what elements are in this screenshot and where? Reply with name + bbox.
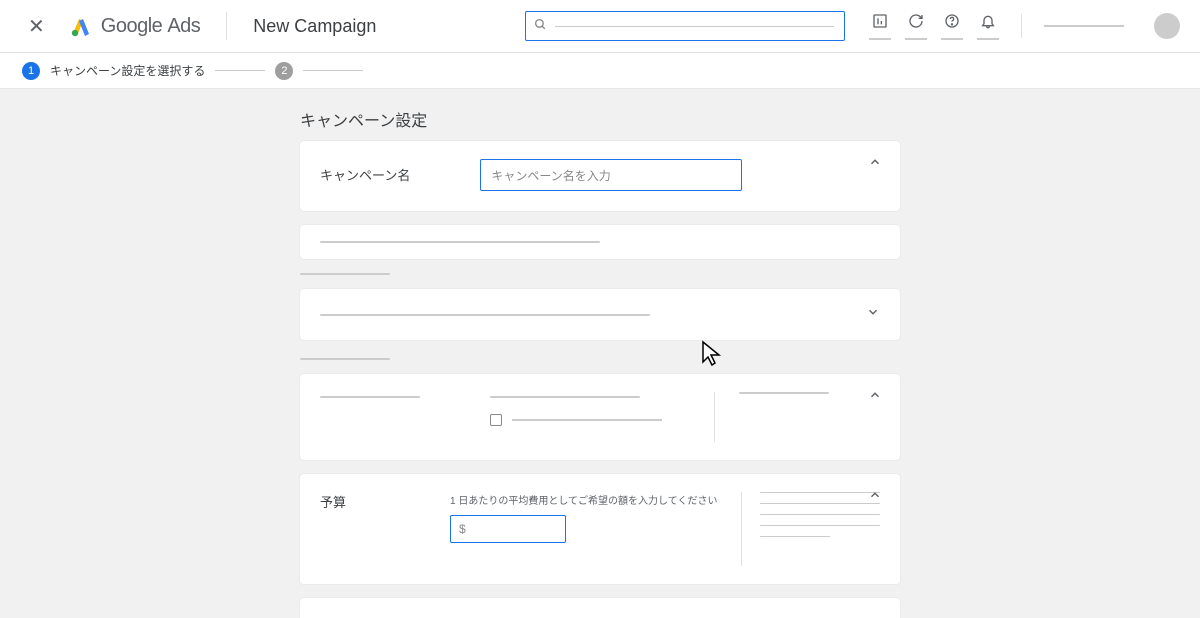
divider — [226, 12, 227, 40]
collapse-button[interactable] — [868, 388, 882, 407]
info-line — [760, 536, 830, 537]
refresh-icon — [908, 13, 924, 34]
search-input[interactable] — [525, 11, 845, 41]
budget-input[interactable]: $ — [450, 515, 566, 543]
collapse-button[interactable] — [868, 488, 882, 507]
close-icon[interactable]: ✕ — [28, 14, 69, 39]
help-icon — [944, 13, 960, 34]
checkbox-label — [512, 419, 662, 421]
info-line — [760, 492, 880, 493]
header-actions — [869, 13, 1180, 40]
bar-chart-icon — [872, 13, 888, 34]
step-2-label — [303, 70, 363, 71]
divider — [714, 392, 715, 442]
section-sublabel — [300, 358, 390, 360]
refresh-button[interactable] — [905, 13, 927, 40]
schedule-right-col — [739, 392, 829, 394]
budget-label: 予算 — [320, 492, 450, 511]
step-1-label[interactable]: キャンペーン設定を選択する — [50, 62, 205, 79]
campaign-name-card: キャンペーン名 キャンペーン名を入力 — [300, 141, 900, 211]
brand-logo-group[interactable]: Google Ads — [69, 14, 201, 38]
currency-prefix: $ — [459, 522, 466, 536]
budget-card: 予算 1 日あたりの平均費用としてご希望の額を入力してください $ — [300, 474, 900, 584]
search-placeholder — [555, 26, 834, 27]
step-connector — [215, 70, 265, 71]
bell-icon — [980, 13, 996, 34]
search-icon — [526, 18, 555, 34]
notifications-button[interactable] — [977, 13, 999, 40]
collapse-button[interactable] — [868, 155, 882, 174]
campaign-stepper: 1 キャンペーン設定を選択する 2 — [0, 53, 1200, 89]
collapsed-card-1[interactable] — [300, 225, 900, 259]
divider — [1021, 14, 1022, 38]
schedule-middle-col — [490, 392, 690, 426]
placeholder-line — [739, 392, 829, 394]
reports-button[interactable] — [869, 13, 891, 40]
chevron-down-icon — [866, 305, 880, 324]
step-2-badge[interactable]: 2 — [275, 62, 293, 80]
checkbox[interactable] — [490, 414, 502, 426]
info-line — [760, 514, 880, 515]
avatar[interactable] — [1154, 13, 1180, 39]
placeholder-line — [320, 396, 420, 398]
schedule-card — [300, 374, 900, 460]
info-line — [760, 525, 880, 526]
next-card-peek[interactable] — [300, 598, 900, 618]
app-header: ✕ Google Ads New Campaign — [0, 0, 1200, 53]
help-button[interactable] — [941, 13, 963, 40]
budget-help-text: 1 日あたりの平均費用としてご希望の額を入力してください — [450, 492, 721, 507]
main-content: キャンペーン設定 キャンペーン名 キャンペーン名を入力 — [0, 89, 1200, 618]
placeholder-line — [490, 396, 640, 398]
section-heading: キャンペーン設定 — [300, 107, 900, 131]
google-ads-logo-icon — [69, 14, 93, 38]
brand-text: Google Ads — [101, 15, 201, 38]
campaign-name-label: キャンペーン名 — [320, 159, 410, 184]
section-sublabel — [300, 273, 390, 275]
campaign-name-input[interactable]: キャンペーン名を入力 — [480, 159, 742, 191]
schedule-left-col — [320, 392, 490, 418]
budget-info-panel — [741, 492, 880, 566]
info-line — [760, 503, 880, 504]
placeholder-line — [320, 314, 650, 316]
account-label[interactable] — [1044, 25, 1124, 27]
step-1-badge[interactable]: 1 — [22, 62, 40, 80]
campaign-name-placeholder: キャンペーン名を入力 — [491, 167, 610, 184]
page-title: New Campaign — [253, 16, 376, 37]
collapsed-card-2[interactable] — [300, 289, 900, 340]
placeholder-line — [320, 241, 600, 243]
